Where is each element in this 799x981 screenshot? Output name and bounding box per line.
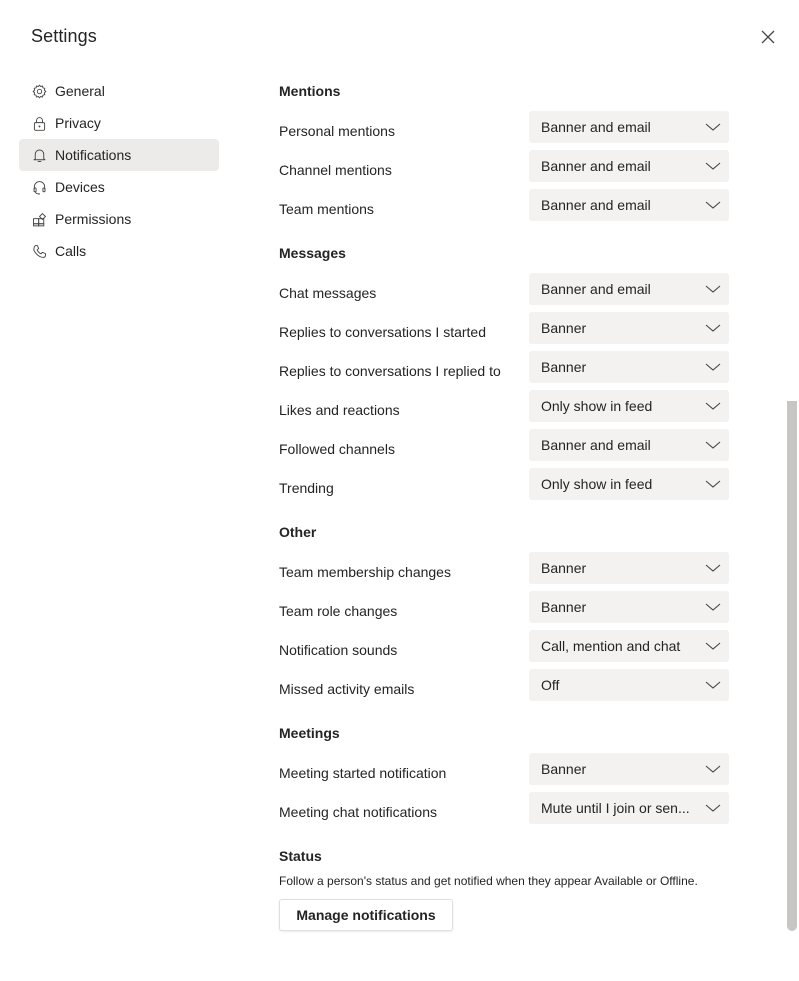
setting-label: Personal mentions [279,123,395,139]
apps-icon [30,210,48,228]
meeting-started-dropdown[interactable]: Banner [529,753,729,785]
chevron-down-icon [697,284,729,294]
trending-dropdown[interactable]: Only show in feed [529,468,729,500]
sidebar-item-devices[interactable]: Devices [19,171,219,203]
close-icon [761,30,775,44]
personal-mentions-dropdown[interactable]: Banner and email [529,111,729,143]
sidebar-item-label: Calls [55,243,87,259]
chevron-down-icon [697,602,729,612]
phone-icon [30,242,48,260]
chevron-down-icon [697,479,729,489]
dropdown-value: Banner and email [541,119,651,135]
setting-label: Likes and reactions [279,402,400,418]
team-membership-dropdown[interactable]: Banner [529,552,729,584]
dropdown-value: Banner [541,560,587,576]
sidebar-item-label: Devices [55,179,105,195]
bell-icon [30,146,48,164]
chevron-down-icon [697,323,729,333]
sidebar-item-label: Permissions [55,211,132,227]
chat-messages-dropdown[interactable]: Banner and email [529,273,729,305]
setting-label: Chat messages [279,285,377,301]
dropdown-value: Banner [541,359,587,375]
notification-sounds-dropdown[interactable]: Call, mention and chat [529,630,729,662]
likes-reactions-dropdown[interactable]: Only show in feed [529,390,729,422]
dropdown-value: Banner [541,761,587,777]
meeting-chat-dropdown[interactable]: Mute until I join or sen... [529,792,729,824]
sidebar-item-label: General [55,83,105,99]
team-mentions-dropdown[interactable]: Banner and email [529,189,729,221]
gear-icon [30,82,48,100]
dropdown-value: Only show in feed [541,398,653,414]
setting-label: Missed activity emails [279,681,415,697]
section-heading-other: Other [279,524,317,540]
section-heading-messages: Messages [279,245,346,261]
setting-label: Trending [279,480,334,496]
setting-label: Team mentions [279,201,374,217]
setting-label: Replies to conversations I replied to [279,363,501,379]
section-heading-mentions: Mentions [279,83,341,99]
sidebar-item-calls[interactable]: Calls [19,235,219,267]
chevron-down-icon [697,362,729,372]
chevron-down-icon [697,200,729,210]
sidebar-item-privacy[interactable]: Privacy [19,107,219,139]
setting-label: Replies to conversations I started [279,324,486,340]
dropdown-value: Banner [541,320,587,336]
headset-icon [30,178,48,196]
dropdown-value: Banner [541,599,587,615]
setting-label: Meeting chat notifications [279,804,437,820]
dropdown-value: Off [541,677,560,693]
settings-sidebar: General Privacy Notifications Devices Pe… [19,75,219,267]
section-heading-status: Status [279,848,322,864]
dropdown-value: Banner and email [541,197,651,213]
setting-label: Notification sounds [279,642,398,658]
close-button[interactable] [757,26,779,48]
chevron-down-icon [697,122,729,132]
setting-label: Channel mentions [279,162,392,178]
status-description: Follow a person's status and get notifie… [279,874,698,888]
scrollbar-thumb[interactable] [787,401,797,931]
dropdown-value: Mute until I join or sen... [541,800,690,816]
setting-label: Team role changes [279,603,398,619]
replies-replied-dropdown[interactable]: Banner [529,351,729,383]
channel-mentions-dropdown[interactable]: Banner and email [529,150,729,182]
chevron-down-icon [697,680,729,690]
chevron-down-icon [697,161,729,171]
sidebar-item-label: Privacy [55,115,101,131]
sidebar-item-label: Notifications [55,147,132,163]
missed-activity-dropdown[interactable]: Off [529,669,729,701]
chevron-down-icon [697,401,729,411]
followed-channels-dropdown[interactable]: Banner and email [529,429,729,461]
chevron-down-icon [697,563,729,573]
dropdown-value: Only show in feed [541,476,653,492]
chevron-down-icon [697,764,729,774]
sidebar-item-general[interactable]: General [19,75,219,107]
sidebar-item-notifications[interactable]: Notifications [19,139,219,171]
sidebar-item-permissions[interactable]: Permissions [19,203,219,235]
dialog-title: Settings [31,26,97,46]
team-role-dropdown[interactable]: Banner [529,591,729,623]
replies-started-dropdown[interactable]: Banner [529,312,729,344]
lock-icon [30,114,48,132]
chevron-down-icon [697,803,729,813]
chevron-down-icon [697,440,729,450]
dropdown-value: Banner and email [541,437,651,453]
setting-label: Followed channels [279,441,395,457]
dropdown-value: Call, mention and chat [541,638,681,654]
manage-notifications-button[interactable]: Manage notifications [279,899,453,931]
setting-label: Meeting started notification [279,765,447,781]
section-heading-meetings: Meetings [279,725,340,741]
chevron-down-icon [697,641,729,651]
dropdown-value: Banner and email [541,281,651,297]
dropdown-value: Banner and email [541,158,651,174]
setting-label: Team membership changes [279,564,451,580]
